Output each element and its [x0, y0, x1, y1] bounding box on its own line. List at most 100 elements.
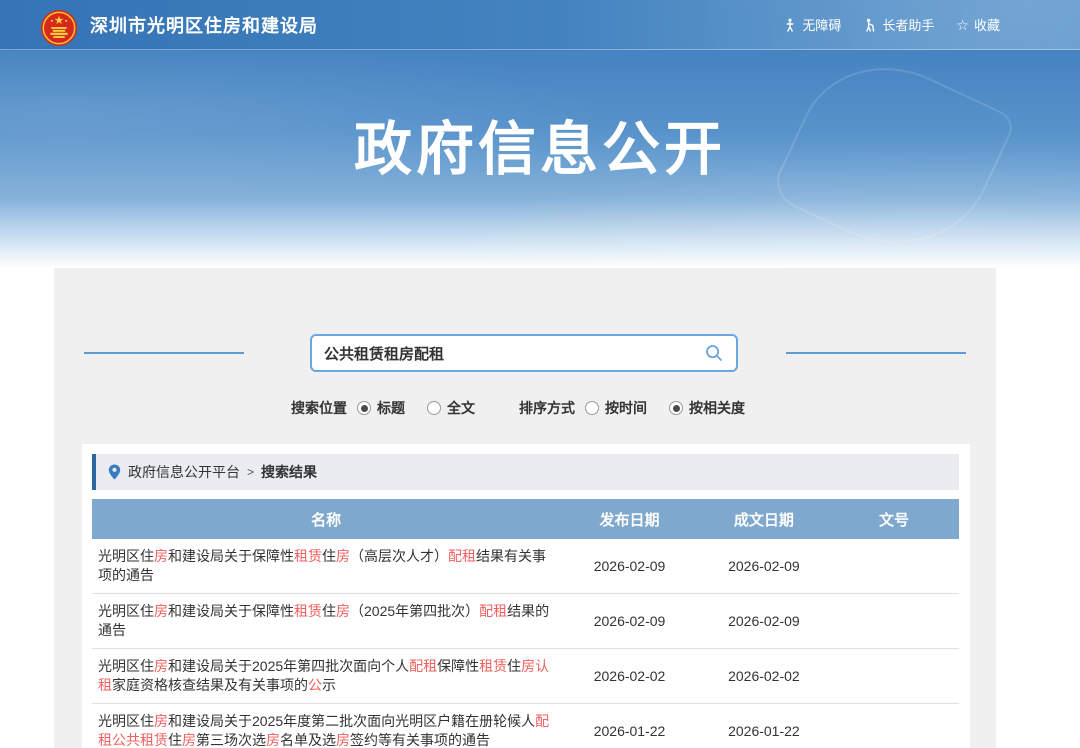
written-date-cell: 2026-02-09 — [699, 594, 829, 649]
keyword-highlight: 房 — [154, 548, 168, 564]
title-text: 住 — [168, 732, 182, 748]
radio-title-selected[interactable] — [357, 401, 371, 415]
table-row: 光明区住房和建设局关于保障性租赁住房（高层次人才）配租结果有关事项的通告 2026… — [92, 539, 959, 594]
content-panel: 搜索位置 标题 全文 排序方式 按时间 按相关度 政府信息公开平台 > 搜索结 — [54, 268, 996, 748]
accessibility-link[interactable]: 无障碍 — [783, 15, 841, 34]
radio-bytime-label: 按时间 — [605, 398, 647, 418]
breadcrumb: 政府信息公开平台 > 搜索结果 — [92, 454, 959, 490]
doc-number-cell — [829, 704, 959, 748]
elder-assistant-link[interactable]: 长者助手 — [863, 15, 934, 34]
radio-relevance-selected[interactable] — [669, 401, 683, 415]
title-text: 保障性 — [437, 658, 479, 674]
breadcrumb-current: 搜索结果 — [261, 462, 317, 482]
radio-option-title[interactable]: 标题 — [357, 398, 405, 418]
radio-option-fulltext[interactable]: 全文 — [427, 398, 475, 418]
table-header-row: 名称 发布日期 成文日期 文号 — [92, 499, 959, 539]
result-title-link[interactable]: 光明区住房和建设局关于保障性租赁住房（2025年第四批次）配租结果的通告 — [98, 603, 549, 638]
search-section — [54, 334, 996, 372]
table-row: 光明区住房和建设局关于2025年度第二批次面向光明区户籍在册轮候人配租公共租赁住… — [92, 704, 959, 748]
radio-option-relevance[interactable]: 按相关度 — [669, 398, 745, 418]
radio-title-label: 标题 — [377, 398, 405, 418]
site-title: 深圳市光明区住房和建设局 — [90, 12, 318, 38]
keyword-highlight: 配租 — [479, 603, 507, 619]
column-header-name: 名称 — [92, 499, 560, 539]
title-text: 住 — [507, 658, 521, 674]
keyword-highlight: 房 — [154, 658, 168, 674]
column-header-doc-number: 文号 — [829, 499, 959, 539]
banner: 政府信息公开 — [0, 50, 1080, 268]
star-icon: ☆ — [956, 18, 969, 32]
results-card: 政府信息公开平台 > 搜索结果 名称 发布日期 成文日期 文号 光明区住房和建设… — [82, 444, 970, 748]
title-text: 示 — [322, 677, 336, 693]
title-text: （2025年第四批次） — [350, 603, 479, 619]
accessibility-label: 无障碍 — [802, 15, 841, 34]
written-date-cell: 2026-02-09 — [699, 539, 829, 594]
column-header-publish-date: 发布日期 — [560, 499, 699, 539]
table-row: 光明区住房和建设局关于保障性租赁住房（2025年第四批次）配租结果的通告2026… — [92, 594, 959, 649]
decor-line-left — [84, 352, 244, 354]
decor-line-right — [786, 352, 966, 354]
title-text: 住 — [322, 548, 336, 564]
results-body: 光明区住房和建设局关于保障性租赁住房（高层次人才）配租结果有关事项的通告 2026… — [92, 539, 959, 748]
result-title-link[interactable]: 光明区住房和建设局关于保障性租赁住房（高层次人才）配租结果有关事项的通告 — [98, 548, 546, 583]
keyword-highlight: 租赁 — [294, 548, 322, 564]
publish-date-cell: 2026-01-22 — [560, 704, 699, 748]
result-title-link[interactable]: 光明区住房和建设局关于2025年第四批次面向个人配租保障性租赁住房认租家庭资格核… — [98, 658, 549, 693]
location-pin-icon — [108, 464, 121, 480]
keyword-highlight: 房 — [154, 713, 168, 729]
national-emblem-logo — [40, 9, 78, 47]
publish-date-cell: 2026-02-02 — [560, 649, 699, 704]
search-filters: 搜索位置 标题 全文 排序方式 按时间 按相关度 — [54, 398, 996, 418]
written-date-cell: 2026-02-02 — [699, 649, 829, 704]
keyword-highlight: 公 — [308, 677, 322, 693]
written-date-cell: 2026-01-22 — [699, 704, 829, 748]
doc-number-cell — [829, 594, 959, 649]
top-utility-links: 无障碍 长者助手 ☆ 收藏 — [783, 15, 1000, 34]
keyword-highlight: 房 — [521, 658, 535, 674]
result-name-cell: 光明区住房和建设局关于保障性租赁住房（2025年第四批次）配租结果的通告 — [92, 594, 560, 649]
search-position-label: 搜索位置 — [291, 398, 347, 418]
favorite-label: 收藏 — [974, 15, 1000, 34]
sort-mode-label: 排序方式 — [519, 398, 575, 418]
title-text: 和建设局关于保障性 — [168, 603, 294, 619]
publish-date-cell: 2026-02-09 — [560, 539, 699, 594]
doc-number-cell — [829, 539, 959, 594]
title-text: 光明区住 — [98, 713, 154, 729]
keyword-highlight: 租赁 — [479, 658, 507, 674]
doc-number-cell — [829, 649, 959, 704]
site-brand[interactable]: 深圳市光明区住房和建设局 — [40, 3, 318, 47]
top-header-bar: 深圳市光明区住房和建设局 无障碍 长者助手 ☆ 收藏 — [0, 0, 1080, 50]
title-text: （高层次人才） — [350, 548, 448, 564]
search-icon — [704, 343, 724, 363]
radio-option-bytime[interactable]: 按时间 — [585, 398, 647, 418]
title-text: 光明区住 — [98, 658, 154, 674]
radio-relevance-label: 按相关度 — [689, 398, 745, 418]
title-text: 名单及选 — [280, 732, 336, 748]
search-box — [310, 334, 738, 372]
title-text: 和建设局关于2025年度第二批次面向光明区户籍在册轮候人 — [168, 713, 535, 729]
keyword-highlight: 租赁 — [294, 603, 322, 619]
keyword-highlight: 房 — [182, 732, 196, 748]
keyword-highlight: 房 — [336, 603, 350, 619]
search-input[interactable] — [324, 345, 702, 362]
search-button[interactable] — [702, 341, 726, 365]
title-text: 住 — [322, 603, 336, 619]
radio-fulltext-unselected[interactable] — [427, 401, 441, 415]
title-text: 光明区住 — [98, 603, 154, 619]
title-text: 和建设局关于2025年第四批次面向个人 — [168, 658, 409, 674]
radio-bytime-unselected[interactable] — [585, 401, 599, 415]
title-text: 第三场次选 — [196, 732, 266, 748]
keyword-highlight: 房 — [336, 548, 350, 564]
keyword-highlight: 房 — [266, 732, 280, 748]
favorite-link[interactable]: ☆ 收藏 — [956, 15, 1000, 34]
accessibility-icon — [783, 18, 797, 32]
keyword-highlight: 房 — [336, 732, 350, 748]
publish-date-cell: 2026-02-09 — [560, 594, 699, 649]
result-title-link[interactable]: 光明区住房和建设局关于2025年度第二批次面向光明区户籍在册轮候人配租公共租赁住… — [98, 713, 549, 748]
result-name-cell: 光明区住房和建设局关于保障性租赁住房（高层次人才）配租结果有关事项的通告 — [92, 539, 560, 594]
keyword-highlight: 配租 — [448, 548, 476, 564]
breadcrumb-root-link[interactable]: 政府信息公开平台 — [128, 462, 240, 482]
page-title: 政府信息公开 — [0, 102, 1080, 186]
radio-fulltext-label: 全文 — [447, 398, 475, 418]
title-text: 和建设局关于保障性 — [168, 548, 294, 564]
